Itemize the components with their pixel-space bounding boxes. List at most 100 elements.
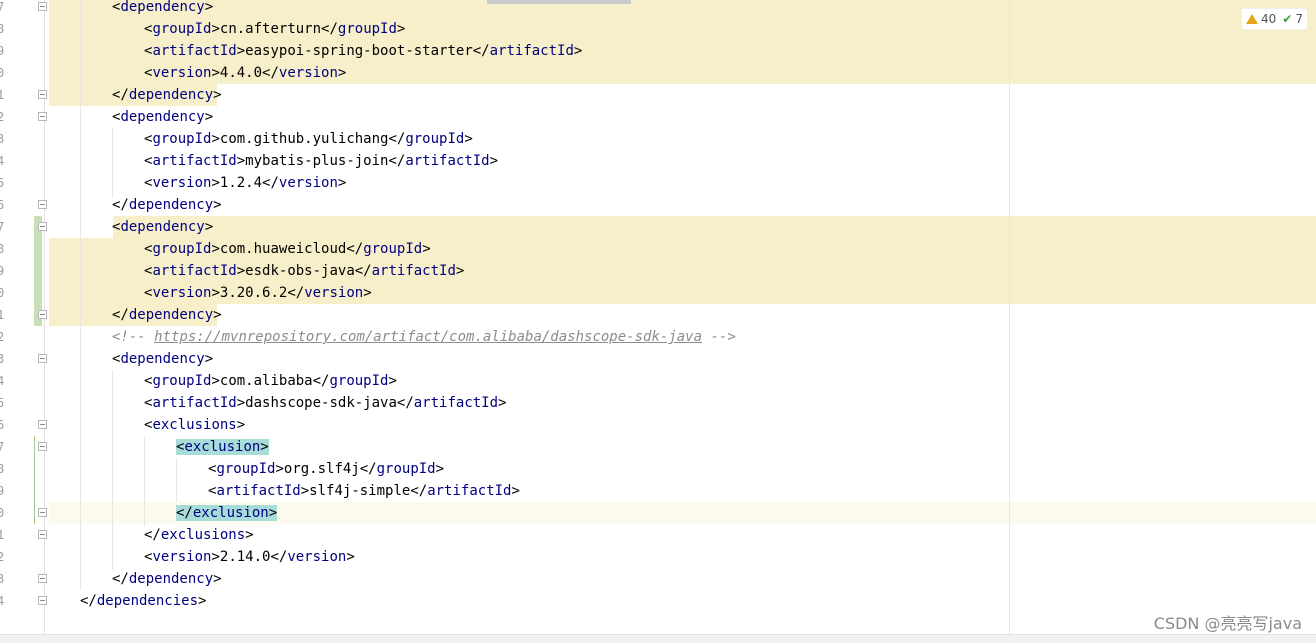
punctuation: </ — [112, 307, 129, 323]
tag-value: 4.4.0 — [219, 65, 263, 81]
fold-toggle-icon[interactable] — [38, 420, 47, 429]
punctuation: > — [260, 439, 269, 455]
line-number[interactable]: 8 — [0, 238, 7, 260]
line-number[interactable]: 0 — [0, 282, 7, 304]
line-number[interactable]: 9 — [0, 480, 7, 502]
tag-name: dependency — [128, 307, 214, 323]
code-line[interactable]: 8 <groupId>com.huaweicloud</groupId> — [0, 238, 1316, 260]
tag-name: groupId — [337, 21, 397, 37]
code-line[interactable]: 1 </dependency> — [0, 304, 1316, 326]
line-number[interactable]: 1 — [0, 524, 7, 546]
open-tag: <artifactId> — [144, 43, 245, 59]
open-tag: <artifactId> — [208, 483, 309, 499]
line-number[interactable]: 2 — [0, 326, 7, 348]
code-line[interactable]: 0 </exclusion> — [0, 502, 1316, 524]
inspection-widget[interactable]: 40 ✔ 7 — [1241, 8, 1308, 30]
close-tag: </version> — [262, 65, 346, 81]
code-line[interactable]: 3 <groupId>com.github.yulichang</groupId> — [0, 128, 1316, 150]
code-line[interactable]: 2 <dependency> — [0, 106, 1316, 128]
line-number[interactable]: 4 — [0, 150, 7, 172]
close-tag: </version> — [262, 175, 346, 191]
line-number[interactable]: 7 — [0, 216, 7, 238]
code-line[interactable]: 2 <!-- https://mvnrepository.com/artifact… — [0, 326, 1316, 348]
comment-link[interactable]: https://mvnrepository.com/artifact/com.a… — [154, 329, 702, 345]
tag-name: artifactId — [405, 153, 490, 169]
fold-toggle-icon[interactable] — [38, 508, 47, 517]
code-line[interactable]: 7 <exclusion> — [0, 436, 1316, 458]
line-number[interactable]: 1 — [0, 304, 7, 326]
line-number[interactable]: 9 — [0, 40, 7, 62]
code-line[interactable]: 9 <artifactId>easypoi-spring-boot-starter… — [0, 40, 1316, 62]
line-number[interactable]: 5 — [0, 172, 7, 194]
tag-name: groupId — [152, 241, 212, 257]
code-line[interactable]: 4 <groupId>com.alibaba</groupId> — [0, 370, 1316, 392]
line-number[interactable]: 5 — [0, 392, 7, 414]
code-line[interactable]: 3 </dependency> — [0, 568, 1316, 590]
line-number[interactable]: 4 — [0, 370, 7, 392]
fold-toggle-icon[interactable] — [38, 442, 47, 451]
fold-toggle-icon[interactable] — [38, 310, 47, 319]
code-text: <groupId>cn.afterturn</groupId> — [144, 18, 405, 40]
punctuation: </ — [388, 131, 406, 147]
punctuation: > — [300, 483, 310, 499]
tag-name: version — [278, 65, 338, 81]
line-number[interactable]: 3 — [0, 568, 7, 590]
code-line[interactable]: 8 <groupId>cn.afterturn</groupId> — [0, 18, 1316, 40]
line-number[interactable]: 6 — [0, 414, 7, 436]
line-number[interactable]: 9 — [0, 260, 7, 282]
line-number[interactable]: 7 — [0, 0, 7, 18]
open-tag: <groupId> — [144, 131, 220, 147]
fold-toggle-icon[interactable] — [38, 530, 47, 539]
code-line[interactable]: 7 <dependency> — [0, 216, 1316, 238]
fold-toggle-icon[interactable] — [38, 596, 47, 605]
code-line[interactable]: 0 <version>4.4.0</version> — [0, 62, 1316, 84]
tag-value: easypoi-spring-boot-starter — [245, 43, 473, 59]
line-number[interactable]: 3 — [0, 128, 7, 150]
code-line[interactable]: 0 <version>3.20.6.2</version> — [0, 282, 1316, 304]
fold-toggle-icon[interactable] — [38, 2, 47, 11]
line-number[interactable]: 4 — [0, 590, 7, 612]
code-line[interactable]: 6 </dependency> — [0, 194, 1316, 216]
fold-toggle-icon[interactable] — [38, 200, 47, 209]
punctuation: </ — [354, 263, 372, 279]
code-text: <groupId>com.github.yulichang</groupId> — [144, 128, 473, 150]
code-line[interactable]: 4 <artifactId>mybatis-plus-join</artifact… — [0, 150, 1316, 172]
line-number[interactable]: 6 — [0, 194, 7, 216]
code-line[interactable]: 7 <dependency> — [0, 0, 1316, 18]
line-number[interactable]: 8 — [0, 18, 7, 40]
code-line[interactable]: 9 <artifactId>esdk-obs-java</artifactId> — [0, 260, 1316, 282]
code-line[interactable]: 8 <groupId>org.slf4j</groupId> — [0, 458, 1316, 480]
line-number[interactable]: 2 — [0, 546, 7, 568]
code-line[interactable]: 1 </dependency> — [0, 84, 1316, 106]
horizontal-scrollbar-thumb[interactable] — [487, 0, 631, 4]
line-number[interactable]: 8 — [0, 458, 7, 480]
punctuation: </ — [359, 461, 377, 477]
code-line[interactable]: 9 <artifactId>slf4j-simple</artifactId> — [0, 480, 1316, 502]
fold-toggle-icon[interactable] — [38, 574, 47, 583]
line-number[interactable]: 3 — [0, 348, 7, 370]
fold-toggle-icon[interactable] — [38, 354, 47, 363]
line-number[interactable]: 0 — [0, 502, 7, 524]
code-line[interactable]: 5 <version>1.2.4</version> — [0, 172, 1316, 194]
line-number[interactable]: 1 — [0, 84, 7, 106]
comment-end: --> — [702, 329, 736, 345]
open-tag: <dependency> — [112, 219, 213, 235]
code-editor[interactable]: 7 <dependency> 8 <groupId>cn.afterturn</gro… — [0, 0, 1316, 643]
line-number[interactable]: 2 — [0, 106, 7, 128]
code-line[interactable]: 4 </dependencies> — [0, 590, 1316, 612]
code-line[interactable]: 3 <dependency> — [0, 348, 1316, 370]
fold-toggle-icon[interactable] — [38, 222, 47, 231]
code-line[interactable]: 6 <exclusions> — [0, 414, 1316, 436]
tag-name: artifactId — [152, 153, 237, 169]
code-text: <artifactId>dashscope-sdk-java</artifact… — [144, 392, 506, 414]
fold-toggle-icon[interactable] — [38, 112, 47, 121]
open-tag: <dependency> — [112, 351, 213, 367]
line-number[interactable]: 0 — [0, 62, 7, 84]
tag-value: mybatis-plus-join — [245, 153, 389, 169]
line-number[interactable]: 7 — [0, 436, 7, 458]
fold-toggle-icon[interactable] — [38, 90, 47, 99]
code-line[interactable]: 5 <artifactId>dashscope-sdk-java</artifac… — [0, 392, 1316, 414]
punctuation: </ — [262, 175, 279, 191]
code-line[interactable]: 1 </exclusions> — [0, 524, 1316, 546]
code-line[interactable]: 2 <version>2.14.0</version> — [0, 546, 1316, 568]
